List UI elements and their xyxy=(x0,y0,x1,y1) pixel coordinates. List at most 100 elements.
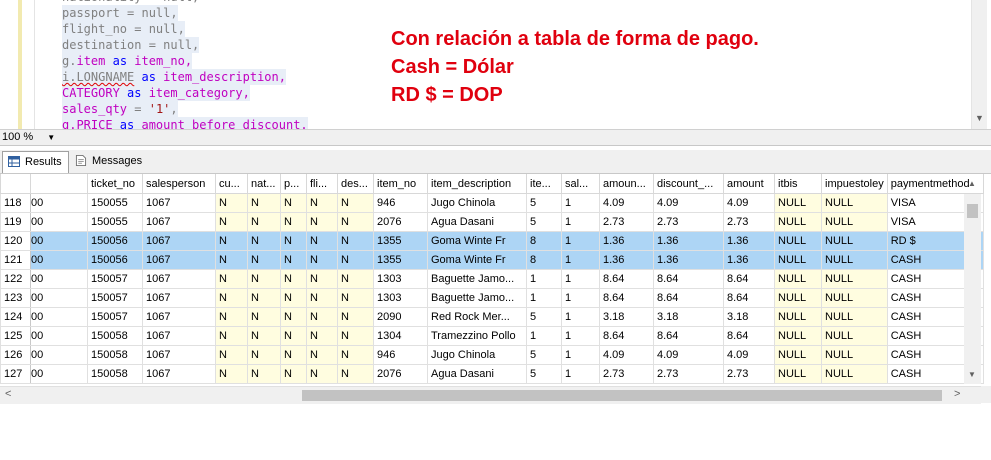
table-cell[interactable]: N xyxy=(306,288,338,308)
table-cell[interactable]: N xyxy=(306,326,338,346)
row-number[interactable]: 125 xyxy=(0,326,31,346)
table-cell[interactable]: 1 xyxy=(561,269,600,289)
zoom-select[interactable]: 100 % ▼ xyxy=(2,130,55,145)
table-cell[interactable]: 1067 xyxy=(142,345,216,365)
table-cell[interactable]: 1 xyxy=(561,345,600,365)
table-cell[interactable]: N xyxy=(215,288,248,308)
scroll-down-icon[interactable]: ▼ xyxy=(968,370,976,379)
table-cell[interactable]: 150058 xyxy=(87,326,143,346)
table-cell[interactable]: 2076 xyxy=(373,212,428,232)
editor-vertical-scrollbar[interactable]: ▼ xyxy=(971,0,987,130)
table-cell[interactable]: 5 xyxy=(526,193,562,213)
table-cell[interactable]: 1067 xyxy=(142,269,216,289)
table-cell[interactable]: 2.73 xyxy=(723,364,775,384)
table-cell[interactable]: 1.36 xyxy=(723,231,775,251)
table-cell[interactable]: N xyxy=(215,231,248,251)
scroll-right-icon[interactable]: > xyxy=(954,388,960,400)
table-cell[interactable]: N xyxy=(247,269,281,289)
table-cell[interactable]: NULL xyxy=(821,288,888,308)
table-cell[interactable]: 150057 xyxy=(87,288,143,308)
code-line[interactable]: g.item as item_no, xyxy=(62,53,193,69)
table-cell[interactable]: N xyxy=(247,193,281,213)
row-number[interactable]: 120 xyxy=(0,231,31,251)
table-cell[interactable]: N xyxy=(280,231,307,251)
table-cell[interactable]: 1.36 xyxy=(653,250,724,270)
table-cell[interactable]: 150055 xyxy=(87,212,143,232)
table-cell[interactable]: NULL xyxy=(821,345,888,365)
table-cell[interactable]: N xyxy=(215,269,248,289)
tab-messages[interactable]: Messages xyxy=(70,151,148,171)
table-cell[interactable]: NULL xyxy=(774,231,822,251)
table-cell[interactable]: 946 xyxy=(373,193,428,213)
results-table[interactable]: ticket_no salesperson cu... nat... p... fli..… xyxy=(0,174,984,384)
table-cell[interactable]: 150055 xyxy=(87,193,143,213)
table-cell[interactable]: 5 xyxy=(526,345,562,365)
table-cell[interactable]: Agua Dasani xyxy=(427,212,527,232)
grid-horizontal-scrollbar[interactable]: < > xyxy=(0,386,981,404)
row-number[interactable]: 126 xyxy=(0,345,31,365)
table-cell[interactable]: N xyxy=(306,345,338,365)
table-cell[interactable]: NULL xyxy=(774,307,822,327)
table-cell[interactable]: 4.09 xyxy=(723,345,775,365)
table-cell[interactable]: 4.09 xyxy=(599,193,654,213)
table-cell[interactable]: NULL xyxy=(821,212,888,232)
row-number[interactable]: 122 xyxy=(0,269,31,289)
table-cell[interactable]: 1067 xyxy=(142,212,216,232)
scroll-left-icon[interactable]: < xyxy=(5,388,11,400)
column-header[interactable]: sal... xyxy=(561,174,600,194)
table-cell[interactable]: N xyxy=(280,345,307,365)
table-cell[interactable]: 1 xyxy=(561,212,600,232)
table-cell[interactable]: Jugo Chinola xyxy=(427,193,527,213)
table-cell[interactable]: 2.73 xyxy=(599,364,654,384)
table-cell[interactable]: 1.36 xyxy=(599,250,654,270)
table-cell[interactable]: Red Rock Mer... xyxy=(427,307,527,327)
table-cell[interactable]: NULL xyxy=(821,269,888,289)
table-cell[interactable]: Goma Winte Fr xyxy=(427,231,527,251)
table-cell[interactable]: N xyxy=(215,364,248,384)
column-header[interactable]: fli... xyxy=(306,174,338,194)
table-cell[interactable]: 8.64 xyxy=(599,326,654,346)
table-cell[interactable]: 4.09 xyxy=(723,193,775,213)
table-cell[interactable]: N xyxy=(280,364,307,384)
table-cell[interactable]: 00 xyxy=(30,326,88,346)
table-cell[interactable]: N xyxy=(280,288,307,308)
table-cell[interactable]: N xyxy=(247,288,281,308)
table-cell[interactable]: 1 xyxy=(561,326,600,346)
code-line[interactable]: destination = null, xyxy=(62,37,200,53)
table-cell[interactable]: 1067 xyxy=(142,193,216,213)
table-cell[interactable]: 1 xyxy=(561,193,600,213)
table-cell[interactable]: 00 xyxy=(30,307,88,327)
table-cell[interactable]: 1303 xyxy=(373,288,428,308)
scroll-up-icon[interactable]: ▲ xyxy=(968,179,976,188)
table-row[interactable]: 120 00 150056 1067 N N N N N 1355 Goma Winte Fr 8 1 1… xyxy=(0,231,984,251)
table-cell[interactable]: N xyxy=(337,212,374,232)
table-cell[interactable]: N xyxy=(306,250,338,270)
sql-code[interactable]: nationality = null, passport = null, fligh… xyxy=(62,0,308,130)
table-cell[interactable]: N xyxy=(337,345,374,365)
table-cell[interactable]: 2.73 xyxy=(599,212,654,232)
column-header[interactable]: des... xyxy=(337,174,374,194)
table-cell[interactable]: 8.64 xyxy=(653,269,724,289)
table-cell[interactable]: N xyxy=(280,212,307,232)
table-cell[interactable]: 1067 xyxy=(142,288,216,308)
sql-editor[interactable]: nationality = null, passport = null, fligh… xyxy=(0,0,991,130)
scroll-thumb[interactable] xyxy=(967,204,978,218)
table-cell[interactable]: N xyxy=(215,307,248,327)
table-cell[interactable]: 8.64 xyxy=(723,269,775,289)
column-header[interactable]: item_no xyxy=(373,174,428,194)
table-cell[interactable]: N xyxy=(280,250,307,270)
table-cell[interactable]: N xyxy=(306,307,338,327)
table-cell[interactable]: 00 xyxy=(30,345,88,365)
table-cell[interactable]: N xyxy=(215,345,248,365)
table-cell[interactable]: N xyxy=(215,193,248,213)
table-cell[interactable]: 1 xyxy=(561,250,600,270)
table-cell[interactable]: 8.64 xyxy=(599,288,654,308)
table-cell[interactable]: 2090 xyxy=(373,307,428,327)
table-cell[interactable]: 1 xyxy=(561,231,600,251)
row-number[interactable]: 124 xyxy=(0,307,31,327)
table-cell[interactable]: Baguette Jamo... xyxy=(427,269,527,289)
table-cell[interactable]: 2.73 xyxy=(723,212,775,232)
table-cell[interactable]: N xyxy=(306,212,338,232)
table-cell[interactable]: 1067 xyxy=(142,231,216,251)
table-cell[interactable]: N xyxy=(306,269,338,289)
